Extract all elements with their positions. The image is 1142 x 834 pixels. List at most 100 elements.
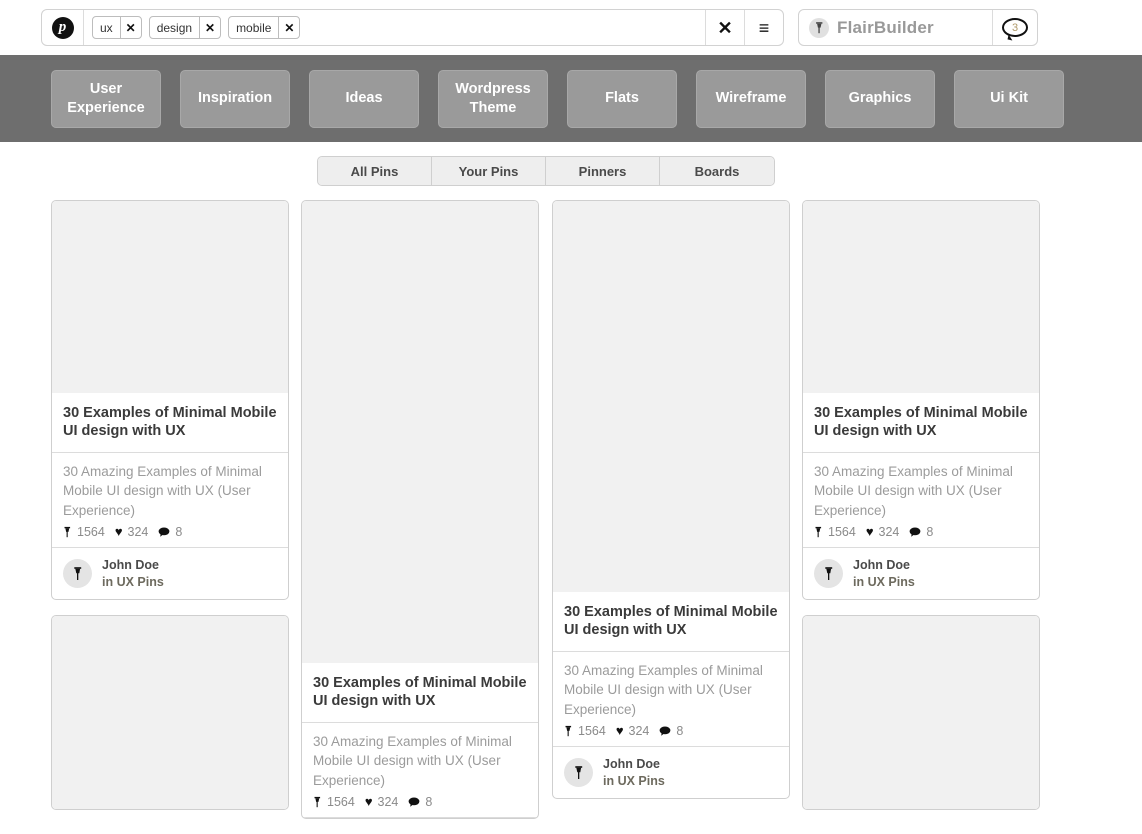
pin-count: 1564 (77, 524, 105, 539)
pin-card[interactable]: 30 Examples of Minimal Mobile UI design … (802, 200, 1040, 600)
pin-image[interactable] (553, 201, 789, 592)
tab-your-pins[interactable]: Your Pins (432, 157, 546, 185)
avatar (63, 558, 92, 588)
pin-description-section: 30 Amazing Examples of Minimal Mobile UI… (553, 652, 789, 747)
pin-count: 1564 (578, 723, 606, 738)
nav-item-user-experience[interactable]: User Experience (51, 69, 161, 128)
pin-stats: 1564 ♥ 324 8 (814, 525, 1029, 539)
pinterest-logo-icon: p (51, 16, 74, 39)
comment-count: 8 (425, 794, 433, 809)
comment-count: 8 (926, 524, 934, 539)
heart-icon: ♥ (615, 723, 624, 739)
speech-bubble-icon: 3 (1002, 18, 1028, 37)
avatar (564, 757, 593, 787)
user-name: FlairBuilder (837, 17, 934, 37)
pushpin-icon (313, 796, 322, 808)
pin-card[interactable] (802, 614, 1040, 810)
pin-stats: 1564 ♥ 324 8 (313, 795, 528, 809)
pin-author-info: John Doe in UX Pins (853, 558, 915, 589)
nav-item-ui-kit[interactable]: Ui Kit (954, 69, 1064, 128)
clear-search-button[interactable]: ✕ (705, 10, 744, 45)
menu-button[interactable]: ≡ (744, 10, 783, 45)
close-icon[interactable]: ✕ (199, 17, 220, 38)
tab-label: Pinners (578, 163, 627, 179)
avatar (809, 17, 829, 38)
pin-image[interactable] (52, 201, 288, 393)
notifications-button[interactable]: 3 (992, 10, 1037, 45)
pin-card[interactable] (51, 614, 289, 810)
pin-author[interactable]: John Doe in UX Pins (803, 548, 1039, 599)
pin-title: 30 Examples of Minimal Mobile UI design … (553, 592, 789, 653)
close-icon[interactable]: ✕ (278, 17, 299, 38)
pin-title: 30 Examples of Minimal Mobile UI design … (803, 393, 1039, 454)
author-name: John Doe (853, 557, 910, 572)
search-tag-mobile[interactable]: mobile ✕ (228, 16, 301, 39)
tab-boards[interactable]: Boards (660, 157, 774, 185)
nav-item-label: Wireframe (715, 90, 787, 107)
close-icon[interactable]: ✕ (119, 17, 141, 38)
tab-label: Boards (694, 163, 740, 179)
pin-count: 1564 (327, 794, 355, 809)
nav-item-inspiration[interactable]: Inspiration (180, 69, 290, 128)
pin-column: 30 Examples of Minimal Mobile UI design … (552, 200, 790, 814)
pin-column: 30 Examples of Minimal Mobile UI design … (301, 200, 539, 834)
pin-stats: 1564 ♥ 324 8 (564, 724, 779, 738)
pin-title: 30 Examples of Minimal Mobile UI design … (52, 393, 288, 454)
speech-bubble-icon (408, 797, 420, 807)
nav-item-flats[interactable]: Flats (567, 69, 677, 128)
nav-item-wireframe[interactable]: Wireframe (696, 69, 806, 128)
search-tag-design[interactable]: design ✕ (148, 16, 222, 39)
hamburger-menu-icon: ≡ (758, 17, 770, 38)
pinterest-logo-button[interactable]: p (42, 10, 84, 45)
heart-icon: ♥ (865, 524, 874, 540)
pin-card[interactable]: 30 Examples of Minimal Mobile UI design … (51, 200, 289, 600)
pin-description: 30 Amazing Examples of Minimal Mobile UI… (313, 734, 512, 788)
search-bar[interactable]: p ux ✕ design ✕ mobile ✕ ✕ ≡ (41, 9, 784, 46)
top-bar: p ux ✕ design ✕ mobile ✕ ✕ ≡ FlairBuilde… (0, 0, 1142, 55)
pin-image[interactable] (803, 201, 1039, 393)
tab-label: All Pins (350, 163, 399, 179)
pin-description-section: 30 Amazing Examples of Minimal Mobile UI… (803, 453, 1039, 548)
tab-pinners[interactable]: Pinners (546, 157, 660, 185)
heart-count: 324 (628, 723, 650, 738)
pushpin-icon (814, 526, 823, 538)
nav-item-ideas[interactable]: Ideas (309, 69, 419, 128)
pin-description: 30 Amazing Examples of Minimal Mobile UI… (63, 464, 262, 518)
pin-description-section: 30 Amazing Examples of Minimal Mobile UI… (302, 723, 538, 818)
nav-item-label: Flats (605, 90, 639, 107)
heart-count: 324 (127, 524, 149, 539)
pin-count: 1564 (828, 524, 856, 539)
heart-count: 324 (377, 794, 399, 809)
author-name: John Doe (603, 756, 660, 771)
pin-stats: 1564 ♥ 324 8 (63, 525, 278, 539)
pin-image[interactable] (803, 615, 1039, 809)
pin-column: 30 Examples of Minimal Mobile UI design … (802, 200, 1040, 825)
nav-item-label: User Experience (67, 81, 145, 116)
pin-author[interactable]: John Doe in UX Pins (553, 747, 789, 798)
heart-icon: ♥ (364, 794, 373, 810)
pin-image[interactable] (302, 201, 538, 663)
pin-column: 30 Examples of Minimal Mobile UI design … (51, 200, 289, 825)
user-profile-button[interactable]: FlairBuilder (799, 10, 992, 45)
pin-author[interactable]: John Doe in UX Pins (52, 548, 288, 599)
pin-author-info: John Doe in UX Pins (102, 558, 164, 589)
nav-item-label: Graphics (848, 90, 912, 107)
author-board: in UX Pins (603, 773, 665, 788)
nav-item-graphics[interactable]: Graphics (825, 69, 935, 128)
tab-all-pins[interactable]: All Pins (318, 157, 432, 185)
user-account-bar[interactable]: FlairBuilder 3 (798, 9, 1038, 46)
nav-item-wordpress-theme[interactable]: Wordpress Theme (438, 69, 548, 128)
pin-card[interactable]: 30 Examples of Minimal Mobile UI design … (552, 200, 790, 799)
search-tag-ux[interactable]: ux ✕ (92, 16, 142, 39)
search-tag-area[interactable]: ux ✕ design ✕ mobile ✕ (84, 10, 705, 45)
pin-description: 30 Amazing Examples of Minimal Mobile UI… (814, 464, 1013, 518)
heart-icon: ♥ (114, 524, 123, 540)
speech-bubble-icon (158, 527, 170, 537)
pin-image[interactable] (52, 615, 288, 809)
search-tag-label: ux (100, 20, 113, 35)
notification-count: 3 (1011, 21, 1019, 34)
speech-bubble-icon (659, 726, 671, 736)
pin-card[interactable]: 30 Examples of Minimal Mobile UI design … (301, 200, 539, 819)
author-board: in UX Pins (102, 574, 164, 589)
comment-count: 8 (676, 723, 684, 738)
